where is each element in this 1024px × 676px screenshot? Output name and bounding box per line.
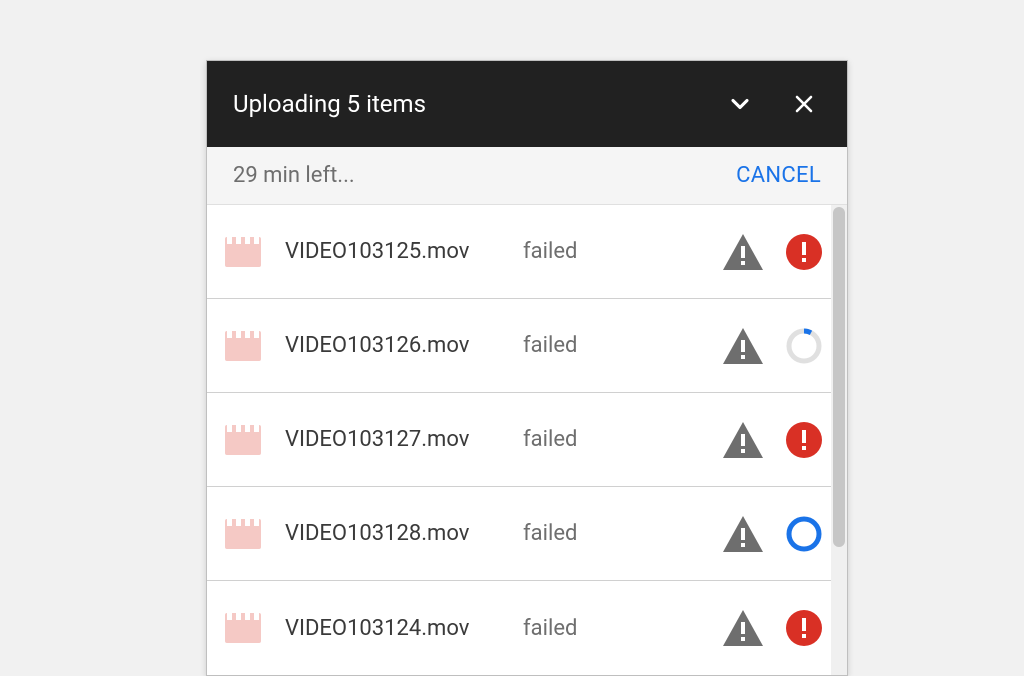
file-name: VIDEO103126.mov (285, 333, 523, 358)
cancel-button[interactable]: CANCEL (736, 163, 821, 188)
warning-icon (723, 610, 763, 646)
close-button[interactable] (787, 87, 821, 121)
video-file-icon (225, 425, 261, 455)
file-name: VIDEO103124.mov (285, 616, 523, 641)
list-item: VIDEO103124.mov failed (207, 581, 847, 675)
collapse-button[interactable] (723, 87, 757, 121)
scrollbar-thumb[interactable] (833, 207, 845, 547)
warning-icon (723, 516, 763, 552)
error-indicator (785, 609, 823, 647)
chevron-down-icon (726, 90, 754, 118)
warning-icon (723, 422, 763, 458)
error-indicator (785, 233, 823, 271)
status-label: failed (523, 239, 723, 264)
video-file-icon (225, 331, 261, 361)
progress-indicator (785, 327, 823, 365)
video-file-icon (225, 237, 261, 267)
status-label: failed (523, 521, 723, 546)
panel-title: Uploading 5 items (233, 90, 693, 118)
scroll-area: VIDEO103125.mov failed (207, 205, 847, 675)
video-file-icon (225, 519, 261, 549)
status-label: failed (523, 616, 723, 641)
progress-ring-icon (785, 327, 823, 365)
scrollbar[interactable] (831, 205, 847, 675)
error-circle-icon (786, 610, 822, 646)
upload-item-list: VIDEO103125.mov failed (207, 205, 847, 675)
error-circle-icon (786, 422, 822, 458)
video-file-icon (225, 613, 261, 643)
file-name: VIDEO103127.mov (285, 427, 523, 452)
warning-icon (723, 234, 763, 270)
panel-header: Uploading 5 items (207, 61, 847, 147)
list-item: VIDEO103128.mov failed (207, 487, 847, 581)
progress-indicator (785, 515, 823, 553)
close-icon (792, 92, 816, 116)
list-item: VIDEO103127.mov failed (207, 393, 847, 487)
progress-ring-icon (785, 515, 823, 553)
list-item: VIDEO103126.mov failed (207, 299, 847, 393)
subheader: 29 min left... CANCEL (207, 147, 847, 205)
time-remaining: 29 min left... (233, 163, 736, 188)
status-label: failed (523, 427, 723, 452)
status-label: failed (523, 333, 723, 358)
list-item: VIDEO103125.mov failed (207, 205, 847, 299)
error-circle-icon (786, 234, 822, 270)
error-indicator (785, 421, 823, 459)
file-name: VIDEO103128.mov (285, 521, 523, 546)
warning-icon (723, 328, 763, 364)
upload-panel: Uploading 5 items 29 min left... CANCEL (206, 60, 848, 676)
file-name: VIDEO103125.mov (285, 239, 523, 264)
